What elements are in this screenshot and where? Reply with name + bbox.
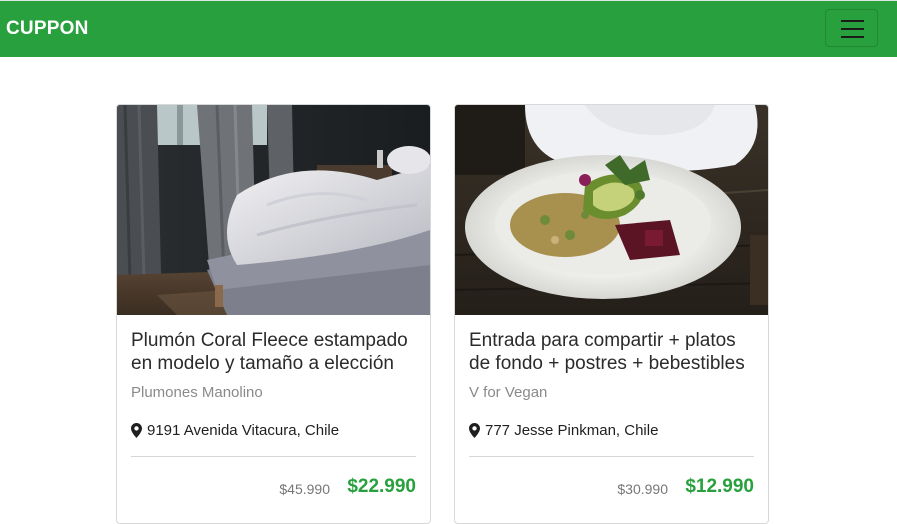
old-price: $45.990 (279, 481, 330, 497)
top-navbar: CUPPON (0, 0, 897, 57)
deal-location-text: 9191 Avenida Vitacura, Chile (147, 422, 340, 439)
deal-image-bedroom[interactable] (117, 105, 430, 315)
new-price: $22.990 (347, 476, 416, 497)
deal-location: 9191 Avenida Vitacura, Chile (131, 422, 339, 439)
map-pin-icon (469, 423, 480, 438)
deal-card[interactable]: Plumón Coral Fleece estampado en modelo … (116, 104, 431, 524)
deal-title[interactable]: Plumón Coral Fleece estampado en modelo … (131, 329, 421, 375)
old-price: $30.990 (617, 481, 668, 497)
card-divider (131, 456, 416, 457)
deal-merchant: V for Vegan (469, 384, 548, 401)
navbar-toggle-button[interactable] (825, 9, 878, 47)
deal-card[interactable]: Entrada para compartir + platos de fondo… (454, 104, 769, 524)
deal-location: 777 Jesse Pinkman, Chile (469, 422, 658, 439)
deal-title[interactable]: Entrada para compartir + platos de fondo… (469, 329, 759, 375)
deal-location-text: 777 Jesse Pinkman, Chile (485, 422, 659, 439)
brand-logo[interactable]: CUPPON (6, 18, 89, 40)
card-divider (469, 456, 754, 457)
deal-merchant: Plumones Manolino (131, 384, 263, 401)
map-pin-icon (131, 423, 142, 438)
new-price: $12.990 (685, 476, 754, 497)
deal-image-salad[interactable] (455, 105, 768, 315)
